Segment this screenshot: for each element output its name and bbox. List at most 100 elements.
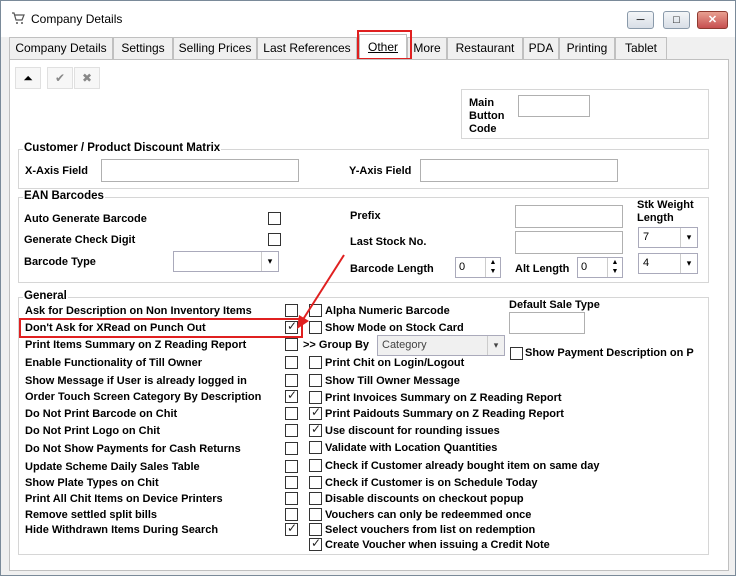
general-option-checkbox[interactable] <box>285 492 298 505</box>
barcode-type-select[interactable]: ▾ <box>173 251 279 272</box>
tab-more[interactable]: More <box>407 37 447 59</box>
chevron-down-icon: ▾ <box>261 252 278 271</box>
general-option-label: Print Invoices Summary on Z Reading Repo… <box>325 392 562 404</box>
general-option-checkbox[interactable] <box>285 407 298 420</box>
tab-settings[interactable]: Settings <box>113 37 173 59</box>
collapse-button[interactable]: ⏶ <box>15 67 41 89</box>
general-option-checkbox[interactable] <box>309 508 322 521</box>
general-option-checkbox[interactable] <box>309 422 322 437</box>
general-option-checkbox[interactable] <box>309 459 322 472</box>
general-option-label: Check if Customer is on Schedule Today <box>325 477 538 489</box>
cancel-button[interactable]: ✖ <box>74 67 100 89</box>
close-icon: ✕ <box>707 14 718 26</box>
auto-generate-barcode-checkbox[interactable] <box>268 212 281 225</box>
ok-button[interactable]: ✔ <box>47 67 73 89</box>
prefix-input[interactable] <box>515 205 623 228</box>
main-button-code-label-1: Main <box>469 97 495 109</box>
general-title: General <box>23 290 68 302</box>
general-option-label: Print Paidouts Summary on Z Reading Repo… <box>325 408 564 420</box>
general-option-label: Disable discounts on checkout popup <box>325 493 524 505</box>
x-icon: ✖ <box>81 71 93 85</box>
y-axis-field[interactable] <box>420 159 618 182</box>
general-option-label: Vouchers can only be redeemmed once <box>325 509 532 521</box>
group-by-select[interactable]: Category ▾ <box>377 335 505 356</box>
main-button-code-label-3: Code <box>469 123 497 135</box>
general-option-label: Show Plate Types on Chit <box>25 477 159 489</box>
window-title: Company Details <box>31 12 123 26</box>
general-option-checkbox[interactable] <box>285 521 298 536</box>
last-stock-input[interactable] <box>515 231 623 254</box>
cart-icon <box>12 12 25 24</box>
general-option-checkbox[interactable] <box>309 321 322 334</box>
stk-weight-value-1: 7 <box>643 231 650 243</box>
default-sale-type-input[interactable] <box>509 312 585 334</box>
general-option-checkbox[interactable] <box>285 442 298 455</box>
general-option-checkbox[interactable] <box>309 536 322 551</box>
general-option-label: Do Not Show Payments for Cash Returns <box>25 443 241 455</box>
tab-company-details[interactable]: Company Details <box>9 37 113 59</box>
barcode-length-spinner[interactable]: 0 ▲ ▼ <box>455 257 501 278</box>
spinner-arrows-icon[interactable]: ▲ ▼ <box>485 258 500 277</box>
tab-selling-prices[interactable]: Selling Prices <box>173 37 257 59</box>
barcode-length-label: Barcode Length <box>350 263 434 275</box>
general-option-label: Ask for Description on Non Inventory Ite… <box>25 305 252 317</box>
show-payment-desc-label: Show Payment Description on P <box>525 347 694 359</box>
general-option-checkbox[interactable] <box>285 356 298 369</box>
general-option-checkbox[interactable] <box>309 374 322 387</box>
general-option-label: Select vouchers from list on redemption <box>325 524 536 536</box>
last-stock-label: Last Stock No. <box>350 236 427 248</box>
general-option-label: Show Mode on Stock Card <box>325 322 464 334</box>
general-option-label: Show Message if User is already logged i… <box>25 375 247 387</box>
maximize-button[interactable]: □ <box>663 11 690 29</box>
minimize-icon: ─ <box>636 14 645 26</box>
general-option-checkbox[interactable] <box>285 338 298 351</box>
general-option-checkbox[interactable] <box>309 304 322 317</box>
general-option-checkbox[interactable] <box>285 388 298 403</box>
general-option-label: Order Touch Screen Category By Descripti… <box>25 391 262 403</box>
close-button[interactable]: ✕ <box>697 11 728 29</box>
barcode-type-label: Barcode Type <box>24 256 96 268</box>
general-option-checkbox[interactable] <box>309 441 322 454</box>
stk-weight-select-1[interactable]: 7 ▾ <box>638 227 698 248</box>
general-option-checkbox[interactable] <box>285 304 298 317</box>
general-option-checkbox[interactable] <box>309 523 322 536</box>
alt-length-spinner[interactable]: 0 ▲ ▼ <box>577 257 623 278</box>
general-option-checkbox[interactable] <box>309 492 322 505</box>
general-option-label: Update Scheme Daily Sales Table <box>25 461 200 473</box>
spinner-arrows-icon[interactable]: ▲ ▼ <box>607 258 622 277</box>
general-option-checkbox[interactable] <box>309 405 322 420</box>
main-button-code-label-2: Button <box>469 110 505 122</box>
stk-weight-select-2[interactable]: 4 ▾ <box>638 253 698 274</box>
tab-tablet[interactable]: Tablet <box>615 37 667 59</box>
ean-barcodes-title: EAN Barcodes <box>23 190 105 202</box>
general-option-label: Print Chit on Login/Logout <box>325 357 465 369</box>
general-option-checkbox[interactable] <box>309 391 322 404</box>
general-option-label: Print Items Summary on Z Reading Report <box>25 339 247 351</box>
tab-last-references[interactable]: Last References <box>257 37 357 59</box>
general-option-checkbox[interactable] <box>285 460 298 473</box>
general-option-checkbox[interactable] <box>285 476 298 489</box>
tab-printing[interactable]: Printing <box>559 37 615 59</box>
x-axis-field[interactable] <box>101 159 299 182</box>
stk-weight-value-2: 4 <box>643 257 650 269</box>
general-option-checkbox[interactable] <box>285 508 298 521</box>
main-button-code-input[interactable] <box>518 95 590 117</box>
general-option-label: Do Not Print Barcode on Chit <box>25 408 178 420</box>
general-option-label: Alpha Numeric Barcode <box>325 305 450 317</box>
alt-length-value: 0 <box>581 261 588 273</box>
general-option-label: Do Not Print Logo on Chit <box>25 425 161 437</box>
tab-restaurant[interactable]: Restaurant <box>447 37 523 59</box>
check-icon: ✔ <box>54 71 66 85</box>
general-option-checkbox[interactable] <box>309 476 322 489</box>
general-option-checkbox[interactable] <box>309 356 322 369</box>
general-option-label: Check if Customer already bought item on… <box>325 460 600 472</box>
generate-check-digit-checkbox[interactable] <box>268 233 281 246</box>
general-option-label: Hide Withdrawn Items During Search <box>25 524 219 536</box>
general-option-checkbox[interactable] <box>285 374 298 387</box>
tab-pda[interactable]: PDA <box>523 37 559 59</box>
x-axis-label: X-Axis Field <box>25 165 88 177</box>
general-option-label: Use discount for rounding issues <box>325 425 500 437</box>
general-option-checkbox[interactable] <box>285 424 298 437</box>
show-payment-desc-checkbox[interactable] <box>510 347 523 360</box>
minimize-button[interactable]: ─ <box>627 11 654 29</box>
